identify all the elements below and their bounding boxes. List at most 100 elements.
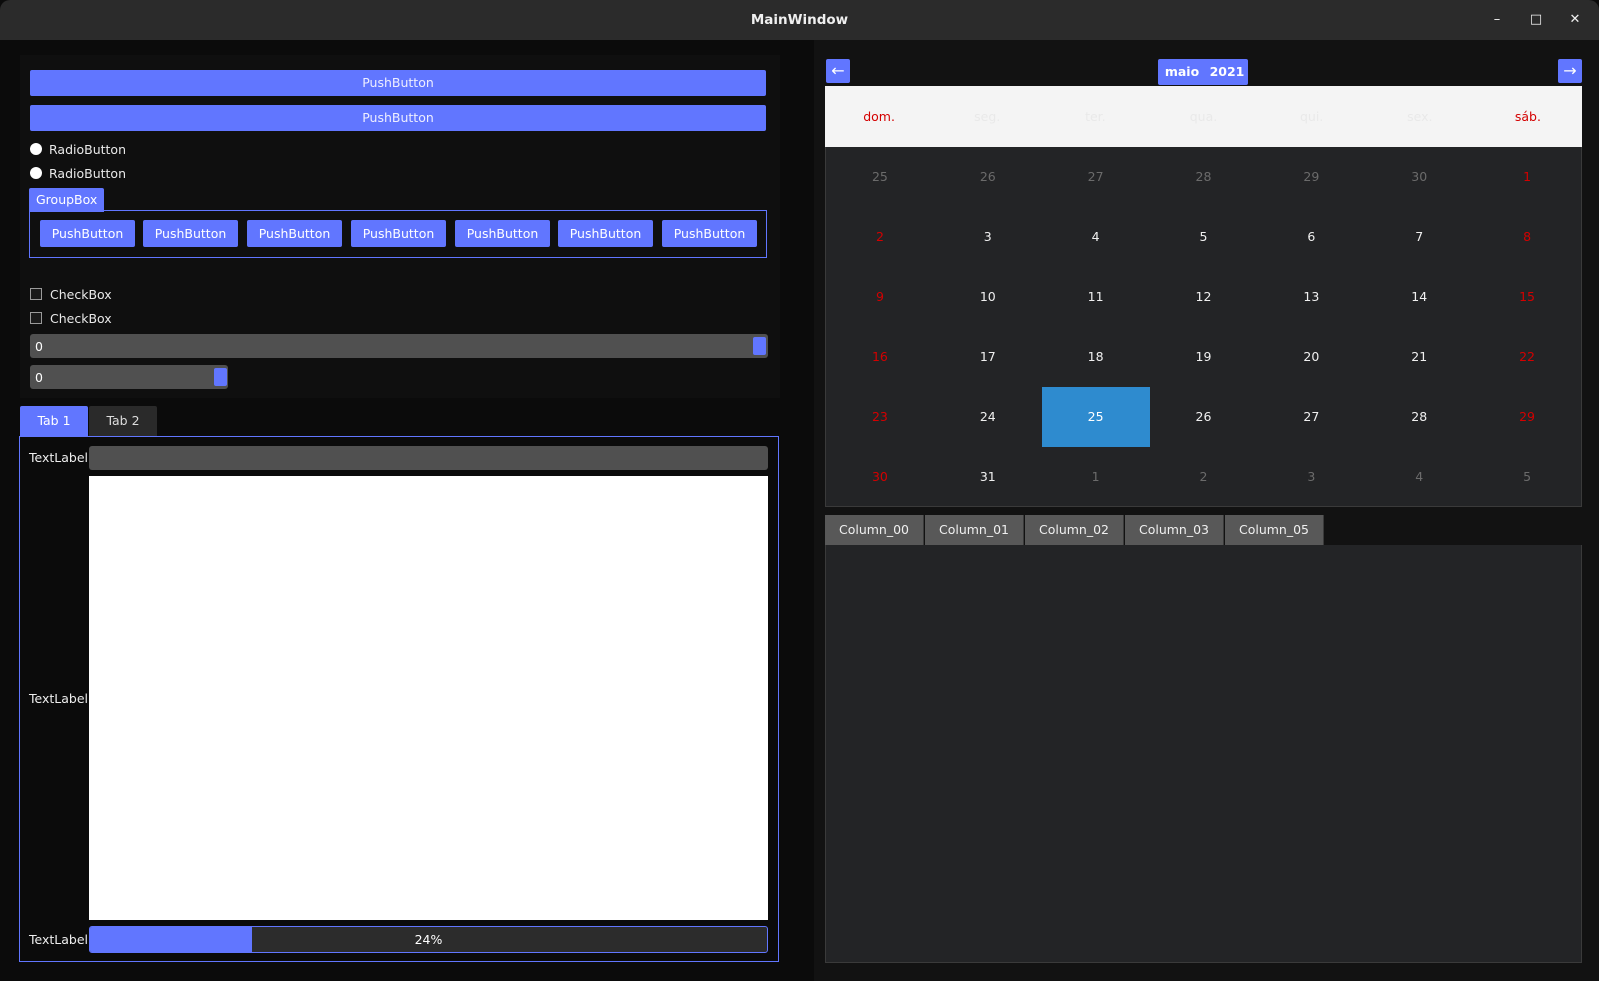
maximize-icon[interactable]: □ [1526,10,1546,30]
calendar-day[interactable]: 17 [934,327,1042,387]
radio-label: RadioButton [49,165,126,181]
line-edit[interactable] [89,446,768,470]
calendar-day[interactable]: 14 [1365,267,1473,327]
calendar-day[interactable]: 30 [1365,147,1473,207]
calendar-day[interactable]: 29 [1473,387,1581,447]
calendar-day[interactable]: 26 [934,147,1042,207]
calendar-day[interactable]: 16 [826,327,934,387]
calendar-day[interactable]: 29 [1257,147,1365,207]
table-column-header[interactable]: Column_02 [1025,515,1124,545]
calendar-day[interactable]: 23 [826,387,934,447]
calendar-day[interactable]: 11 [1042,267,1150,327]
weekday-label: sex. [1407,109,1433,124]
radio-button-1[interactable]: RadioButton [30,140,126,158]
calendar-day[interactable]: 3 [1257,447,1365,507]
close-icon[interactable]: ✕ [1565,10,1585,30]
calendar-day[interactable]: 10 [934,267,1042,327]
calendar-day[interactable]: 3 [934,207,1042,267]
calendar-day[interactable]: 27 [1257,387,1365,447]
calendar-day[interactable]: 22 [1473,327,1581,387]
tab-1[interactable]: Tab 1 [20,406,88,436]
push-button-second[interactable]: PushButton [30,105,766,131]
calendar-day[interactable]: 7 [1365,207,1473,267]
groupbox-button-1[interactable]: PushButton [40,220,135,247]
radio-indicator[interactable] [30,167,42,179]
table-column-header[interactable]: Column_05 [1225,515,1324,545]
weekday-label: qua. [1189,109,1218,124]
calendar-day[interactable]: 31 [934,447,1042,507]
next-month-icon[interactable]: → [1558,59,1582,83]
prev-month-icon[interactable]: ← [826,59,850,83]
table-column-header[interactable]: Column_01 [925,515,1024,545]
spinbox-handle[interactable] [214,368,227,386]
calendar-day[interactable]: 9 [826,267,934,327]
calendar-day[interactable]: 25 [1041,387,1150,447]
radio-label: RadioButton [49,141,126,157]
radio-indicator[interactable] [30,143,42,155]
weekday-label: sáb. [1514,109,1541,124]
groupbox-button-6[interactable]: PushButton [558,220,653,247]
groupbox-button-2[interactable]: PushButton [143,220,238,247]
checkbox-indicator[interactable] [30,312,42,324]
calendar-day[interactable]: 28 [1365,387,1473,447]
progress-text: 24% [414,932,443,947]
calendar-day[interactable]: 19 [1150,327,1258,387]
calendar-day[interactable]: 2 [1150,447,1258,507]
groupbox-button-4[interactable]: PushButton [351,220,446,247]
spinbox-handle[interactable] [753,337,766,355]
calendar-day[interactable]: 5 [1473,447,1581,507]
groupbox-title: GroupBox [29,188,105,212]
groupbox-button-3[interactable]: PushButton [247,220,342,247]
table-column-header[interactable]: Column_03 [1125,515,1224,545]
weekday-label: seg. [974,109,1001,124]
calendar-day[interactable]: 25 [826,147,934,207]
checkbox-indicator[interactable] [30,288,42,300]
calendar-day[interactable]: 1 [1042,447,1150,507]
text-edit[interactable] [89,476,768,920]
calendar-day[interactable]: 20 [1257,327,1365,387]
table-column-header[interactable]: Column_00 [825,515,924,545]
calendar-day[interactable]: 21 [1365,327,1473,387]
text-label-line: TextLabel [29,450,89,465]
calendar-day[interactable]: 8 [1473,207,1581,267]
weekday-label: qui. [1299,109,1324,124]
tab-2[interactable]: Tab 2 [89,406,157,436]
calendar-day[interactable]: 28 [1150,147,1258,207]
checkbox-2[interactable]: CheckBox [30,309,112,327]
calendar-day[interactable]: 6 [1257,207,1365,267]
calendar-day[interactable]: 1 [1473,147,1581,207]
spinbox-wide[interactable]: 0 [30,334,768,358]
text-label-text: TextLabel [29,691,89,706]
calendar-day[interactable]: 27 [1042,147,1150,207]
calendar-day[interactable]: 30 [826,447,934,507]
spinbox-value: 0 [35,370,43,385]
calendar-day[interactable]: 24 [934,387,1042,447]
checkbox-1[interactable]: CheckBox [30,285,112,303]
push-button-top[interactable]: PushButton [30,70,766,96]
minimize-icon[interactable]: – [1487,10,1507,30]
radio-button-2[interactable]: RadioButton [30,164,126,182]
checkbox-label: CheckBox [50,310,112,326]
calendar-day[interactable]: 2 [826,207,934,267]
weekday-label: ter. [1085,109,1106,124]
groupbox-button-5[interactable]: PushButton [455,220,550,247]
calendar-year-selector[interactable]: 2021 [1206,59,1248,85]
calendar-day[interactable]: 13 [1257,267,1365,327]
spinbox-narrow[interactable]: 0 [30,365,228,389]
calendar-day[interactable]: 4 [1042,207,1150,267]
calendar-day[interactable]: 18 [1042,327,1150,387]
calendar-day[interactable]: 12 [1150,267,1258,327]
calendar-weekday-header: dom. seg. ter. qua. qui. sex. sáb. [825,86,1582,147]
checkbox-label: CheckBox [50,286,112,302]
table-view[interactable] [825,515,1582,963]
text-label-progress: TextLabel [29,932,89,947]
calendar-day[interactable]: 26 [1150,387,1258,447]
window-title: MainWindow [750,12,849,28]
calendar-day[interactable]: 4 [1365,447,1473,507]
calendar-grid: 25 26 27 28 29 30 1 2 3 4 5 6 7 8 9 10 11 12 13 14 15 16 17 18 1… [825,147,1582,507]
calendar-month-selector[interactable]: maio [1158,59,1206,85]
weekday-label: dom. [863,109,895,124]
calendar-day[interactable]: 5 [1150,207,1258,267]
calendar-day[interactable]: 15 [1473,267,1581,327]
groupbox-button-7[interactable]: PushButton [662,220,757,247]
